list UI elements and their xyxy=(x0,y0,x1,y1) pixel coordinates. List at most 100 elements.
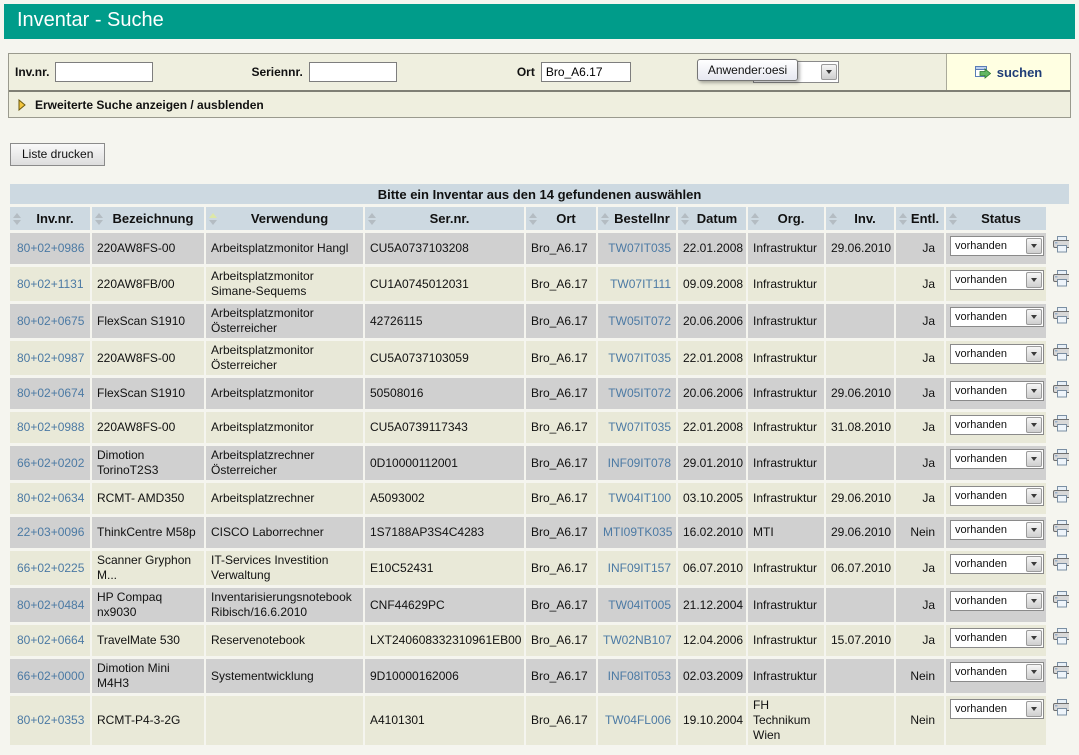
sort-icon[interactable] xyxy=(949,213,957,225)
printer-icon[interactable] xyxy=(1052,628,1069,649)
order-link[interactable]: INF09IT078 xyxy=(608,456,671,470)
column-header-status[interactable]: Status xyxy=(946,207,1046,230)
chevron-down-icon[interactable] xyxy=(1026,701,1042,717)
chevron-down-icon[interactable] xyxy=(1026,451,1042,467)
order-link[interactable]: TW05IT072 xyxy=(608,386,671,400)
sort-icon[interactable] xyxy=(899,213,907,225)
order-link[interactable]: TW07IT035 xyxy=(608,241,671,255)
chevron-down-icon[interactable] xyxy=(1026,488,1042,504)
inventory-link[interactable]: 80+02+0484 xyxy=(17,598,84,612)
status-select[interactable]: vorhanden xyxy=(950,486,1044,506)
advanced-search-toggle[interactable]: Erweiterte Suche anzeigen / ausblenden xyxy=(9,90,1070,117)
column-header-ort[interactable]: Ort xyxy=(526,207,596,230)
status-select-value: vorhanden xyxy=(951,347,1025,362)
status-select[interactable]: vorhanden xyxy=(950,449,1044,469)
column-header-invnr[interactable]: Inv.nr. xyxy=(10,207,90,230)
status-select[interactable]: vorhanden xyxy=(950,344,1044,364)
printer-icon[interactable] xyxy=(1052,520,1069,541)
chevron-down-icon[interactable] xyxy=(1026,272,1042,288)
order-link[interactable]: TW04FL006 xyxy=(605,713,671,727)
inventory-link[interactable]: 80+02+1131 xyxy=(17,277,84,291)
column-header-org[interactable]: Org. xyxy=(748,207,824,230)
printer-icon[interactable] xyxy=(1052,591,1069,612)
chevron-down-icon[interactable] xyxy=(1026,238,1042,254)
order-link[interactable]: INF09IT157 xyxy=(608,561,671,575)
order-link[interactable]: TW07IT111 xyxy=(610,277,671,291)
sort-icon[interactable] xyxy=(13,213,21,225)
inventory-link[interactable]: 80+02+0353 xyxy=(17,713,84,727)
inventory-link[interactable]: 80+02+0987 xyxy=(17,351,84,365)
chevron-down-icon[interactable] xyxy=(1026,664,1042,680)
search-button[interactable]: suchen xyxy=(946,54,1070,90)
printer-icon[interactable] xyxy=(1052,381,1069,402)
order-link[interactable]: TW07IT035 xyxy=(608,351,671,365)
status-select[interactable]: vorhanden xyxy=(950,628,1044,648)
printer-icon[interactable] xyxy=(1052,554,1069,575)
status-select[interactable]: vorhanden xyxy=(950,662,1044,682)
column-header-datum[interactable]: Datum xyxy=(678,207,746,230)
print-list-button[interactable]: Liste drucken xyxy=(10,143,105,166)
printer-icon[interactable] xyxy=(1052,270,1069,291)
column-header-entl[interactable]: Entl. xyxy=(896,207,944,230)
inventory-link[interactable]: 66+02+0225 xyxy=(17,561,84,575)
chevron-down-icon[interactable] xyxy=(1026,593,1042,609)
sort-icon[interactable] xyxy=(368,213,376,225)
sort-icon[interactable] xyxy=(751,213,759,225)
order-link[interactable]: TW04IT100 xyxy=(608,491,671,505)
order-link[interactable]: TW02NB107 xyxy=(603,633,672,647)
inventory-link[interactable]: 80+02+0986 xyxy=(17,241,84,255)
ort-input[interactable] xyxy=(541,62,631,82)
printer-icon[interactable] xyxy=(1052,662,1069,683)
chevron-down-icon[interactable] xyxy=(821,64,837,80)
chevron-down-icon[interactable] xyxy=(1026,630,1042,646)
column-header-inv[interactable]: Inv. xyxy=(826,207,894,230)
inventory-link[interactable]: 80+02+0988 xyxy=(17,420,84,434)
chevron-down-icon[interactable] xyxy=(1026,309,1042,325)
status-select[interactable]: vorhanden xyxy=(950,554,1044,574)
inventory-link[interactable]: 22+03+0096 xyxy=(17,525,84,539)
sort-icon[interactable] xyxy=(601,213,609,225)
status-select[interactable]: vorhanden xyxy=(950,520,1044,540)
inventory-link[interactable]: 66+02+0000 xyxy=(17,669,84,683)
chevron-down-icon[interactable] xyxy=(1026,522,1042,538)
sort-icon-active[interactable] xyxy=(209,213,217,225)
printer-icon[interactable] xyxy=(1052,344,1069,365)
status-select[interactable]: vorhanden xyxy=(950,270,1044,290)
inventory-link[interactable]: 80+02+0674 xyxy=(17,386,84,400)
status-select[interactable]: vorhanden xyxy=(950,415,1044,435)
chevron-down-icon[interactable] xyxy=(1026,346,1042,362)
printer-icon[interactable] xyxy=(1052,699,1069,720)
printer-icon[interactable] xyxy=(1052,415,1069,436)
order-link[interactable]: TW04IT005 xyxy=(608,598,671,612)
chevron-down-icon[interactable] xyxy=(1026,417,1042,433)
seriennr-input[interactable] xyxy=(309,62,397,82)
sort-icon[interactable] xyxy=(95,213,103,225)
printer-icon[interactable] xyxy=(1052,449,1069,470)
column-header-bestellnr[interactable]: Bestellnr xyxy=(598,207,676,230)
order-link[interactable]: INF08IT053 xyxy=(608,669,671,683)
sort-icon[interactable] xyxy=(829,213,837,225)
inventory-link[interactable]: 80+02+0664 xyxy=(17,633,84,647)
inventory-link[interactable]: 66+02+0202 xyxy=(17,456,84,470)
printer-icon[interactable] xyxy=(1052,486,1069,507)
invnr-input[interactable] xyxy=(55,62,153,82)
order-link[interactable]: MTI09TK035 xyxy=(603,525,672,539)
inventory-link[interactable]: 80+02+0634 xyxy=(17,491,84,505)
column-header-verwendung[interactable]: Verwendung xyxy=(206,207,363,230)
printer-icon[interactable] xyxy=(1052,307,1069,328)
order-link[interactable]: TW05IT072 xyxy=(608,314,671,328)
sort-icon[interactable] xyxy=(681,213,689,225)
inventory-link[interactable]: 80+02+0675 xyxy=(17,314,84,328)
order-link[interactable]: TW07IT035 xyxy=(608,420,671,434)
status-select[interactable]: vorhanden xyxy=(950,236,1044,256)
column-header-bezeichnung[interactable]: Bezeichnung xyxy=(92,207,204,230)
status-select[interactable]: vorhanden xyxy=(950,307,1044,327)
status-select[interactable]: vorhanden xyxy=(950,699,1044,719)
chevron-down-icon[interactable] xyxy=(1026,383,1042,399)
status-select[interactable]: vorhanden xyxy=(950,591,1044,611)
printer-icon[interactable] xyxy=(1052,236,1069,257)
sort-icon[interactable] xyxy=(529,213,537,225)
status-select[interactable]: vorhanden xyxy=(950,381,1044,401)
chevron-down-icon[interactable] xyxy=(1026,556,1042,572)
column-header-sernr[interactable]: Ser.nr. xyxy=(365,207,524,230)
